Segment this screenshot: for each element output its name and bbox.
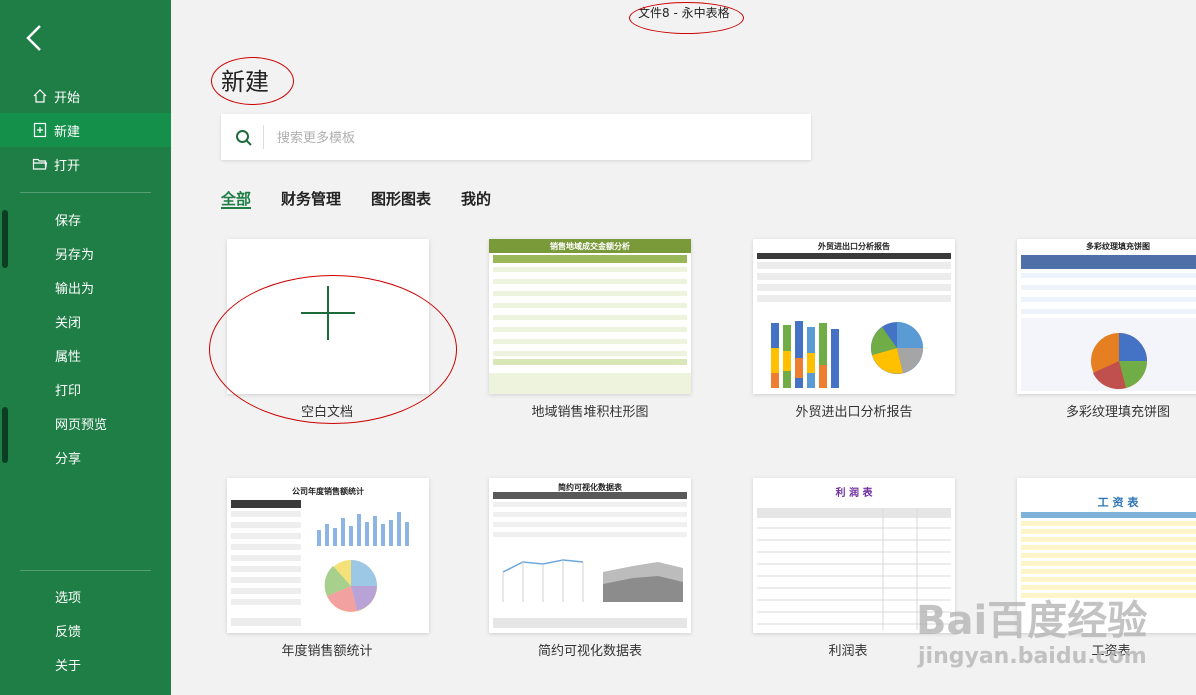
search-input[interactable] — [275, 126, 779, 150]
template-regional-sales[interactable]: 销售地域成交金额分析 — [489, 239, 691, 394]
scroll-grip — [2, 407, 8, 463]
template-label: 简约可视化数据表 — [537, 644, 642, 659]
template-label: 地域销售堆积柱形图 — [531, 405, 649, 420]
menu-save-as[interactable]: 另存为 — [55, 244, 94, 263]
thumb-title: 外贸进出口分析报告 — [818, 242, 890, 251]
menu-export[interactable]: 输出为 — [55, 278, 94, 297]
open-folder-icon — [32, 158, 48, 170]
thumb-title: 多彩纹理填充饼图 — [1086, 242, 1150, 251]
search-icon[interactable] — [235, 129, 253, 147]
tab-charts[interactable]: 图形图表 — [371, 188, 431, 209]
sidebar-divider — [20, 570, 151, 571]
template-label: 年度销售额统计 — [281, 644, 373, 659]
menu-web-preview[interactable]: 网页预览 — [55, 414, 107, 433]
new-file-icon — [33, 122, 47, 138]
tab-finance[interactable]: 财务管理 — [281, 188, 341, 209]
scroll-grip — [2, 210, 8, 268]
nav-open-label: 打开 — [54, 158, 81, 174]
thumb-chart — [757, 253, 951, 388]
watermark-url: jingyan.baidu.com — [918, 644, 1147, 669]
thumb-chart — [1021, 255, 1196, 391]
active-tab-indicator — [221, 207, 251, 209]
template-simple-visual[interactable]: 简约可视化数据表 — [489, 478, 691, 633]
thumb-footer — [489, 373, 691, 394]
menu-about[interactable]: 关于 — [55, 655, 81, 674]
tab-all[interactable]: 全部 — [221, 188, 251, 209]
template-label: 外贸进出口分析报告 — [795, 405, 913, 420]
page-title: 新建 — [221, 68, 269, 96]
thumb-table — [493, 255, 687, 365]
nav-open[interactable]: 打开 — [0, 147, 171, 181]
menu-feedback[interactable]: 反馈 — [55, 621, 81, 640]
nav-new[interactable]: 新建 — [0, 113, 171, 147]
thumb-chart — [231, 500, 409, 626]
menu-close[interactable]: 关闭 — [55, 312, 81, 331]
menu-options[interactable]: 选项 — [55, 587, 81, 606]
thumb-title: 工 资 表 — [1097, 496, 1139, 509]
sidebar-divider — [20, 192, 151, 193]
nav-new-label: 新建 — [54, 124, 81, 140]
thumb-title: 销售地域成交金额分析 — [550, 242, 630, 251]
back-arrow-icon[interactable] — [22, 22, 48, 54]
menu-properties[interactable]: 属性 — [55, 346, 81, 365]
tab-mine[interactable]: 我的 — [461, 188, 491, 209]
template-annual-sales[interactable]: 公司年度销售额统计 — [227, 478, 429, 633]
window-title: 文件8 - 永中表格 — [638, 6, 730, 20]
template-blank[interactable] — [227, 239, 429, 394]
thumb-title: 公司年度销售额统计 — [292, 487, 364, 496]
template-textured-pie[interactable]: 多彩纹理填充饼图 — [1017, 239, 1196, 394]
menu-print[interactable]: 打印 — [55, 380, 81, 399]
template-label: 多彩纹理填充饼图 — [1065, 405, 1170, 420]
template-label: 空白文档 — [300, 405, 353, 420]
search-box — [221, 114, 811, 160]
watermark-logo: Bai百度经验 — [916, 598, 1148, 644]
menu-save[interactable]: 保存 — [55, 210, 81, 229]
thumb-chart — [493, 492, 687, 628]
menu-share[interactable]: 分享 — [55, 448, 81, 467]
template-trade-report[interactable]: 外贸进出口分析报告 — [753, 239, 955, 394]
nav-home[interactable]: 开始 — [0, 79, 171, 113]
sidebar: 开始 新建 打开 保存 另存为 输出为 关闭 属性 打印 网页预览 分享 选项 … — [0, 0, 171, 695]
search-separator — [263, 125, 264, 149]
nav-home-label: 开始 — [54, 90, 81, 106]
thumb-title: 利 润 表 — [835, 488, 873, 499]
plus-icon — [301, 286, 355, 340]
home-icon — [33, 89, 47, 103]
